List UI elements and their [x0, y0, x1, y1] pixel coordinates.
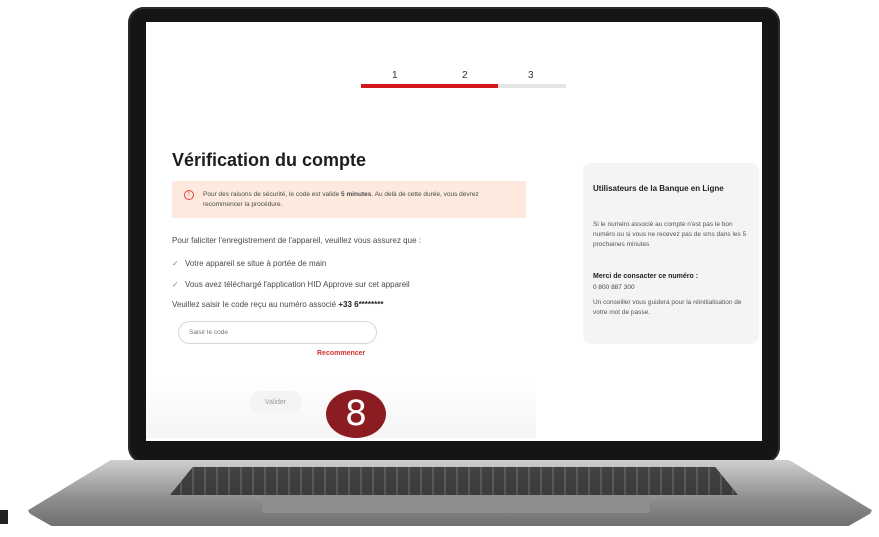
- progress-stepper: 1 2 3: [361, 70, 566, 90]
- check-item: ✓ Vous avez téléchargé l'application HID…: [172, 280, 410, 289]
- check-label: Votre appareil se situe à portée de main: [184, 259, 327, 268]
- alert-text-prefix: Pour des raisons de sécurité, le code es…: [203, 191, 340, 198]
- left-edge-mark: [0, 510, 8, 524]
- step-3: 3: [528, 70, 534, 81]
- code-label-text: Veuillez saisir le code reçu au numéro a…: [172, 300, 337, 309]
- step-2: 2: [462, 70, 468, 81]
- step-number-badge: 8: [326, 390, 386, 438]
- code-input[interactable]: [178, 321, 377, 344]
- intro-text: Pour faliciter l'enregistrement de l'app…: [172, 236, 421, 245]
- validate-button[interactable]: Valider: [249, 391, 302, 413]
- contact-phone[interactable]: 0 800 887 300: [593, 284, 635, 291]
- step-1: 1: [392, 70, 398, 81]
- help-card: Utilisateurs de la Banque en Ligne Si le…: [583, 163, 759, 344]
- screen-bezel-bottom: [146, 441, 762, 454]
- security-alert: ! Pour des raisons de sécurité, le code …: [172, 181, 526, 218]
- keyboard: [170, 467, 738, 495]
- alert-duration: 5 minutes: [341, 191, 372, 198]
- advisor-text: Un conseiller vous guidera pour la réini…: [593, 299, 742, 316]
- step-progress-fill: [361, 84, 498, 88]
- help-text: Si le numéro associé au compte n'est pas…: [593, 221, 747, 248]
- info-icon: !: [184, 190, 194, 200]
- check-label: Vous avez téléchargé l'application HID A…: [184, 280, 410, 289]
- help-title: Utilisateurs de la Banque en Ligne: [593, 184, 724, 193]
- code-instruction: Veuillez saisir le code reçu au numéro a…: [172, 300, 383, 309]
- trackpad: [262, 495, 650, 513]
- contact-heading: Merci de consacter ce numéro :: [593, 273, 699, 280]
- screen: 1 2 3 Vérification du compte ! Pour des …: [146, 22, 762, 454]
- restart-link[interactable]: Recommencer: [317, 350, 365, 357]
- check-item: ✓ Votre appareil se situe à portée de ma…: [172, 259, 326, 268]
- alert-message: Pour des raisons de sécurité, le code es…: [203, 190, 516, 210]
- page-title: Vérification du compte: [172, 150, 367, 170]
- check-icon: ✓: [172, 280, 179, 289]
- check-icon: ✓: [172, 259, 179, 268]
- masked-phone-number: +33 6********: [338, 300, 384, 309]
